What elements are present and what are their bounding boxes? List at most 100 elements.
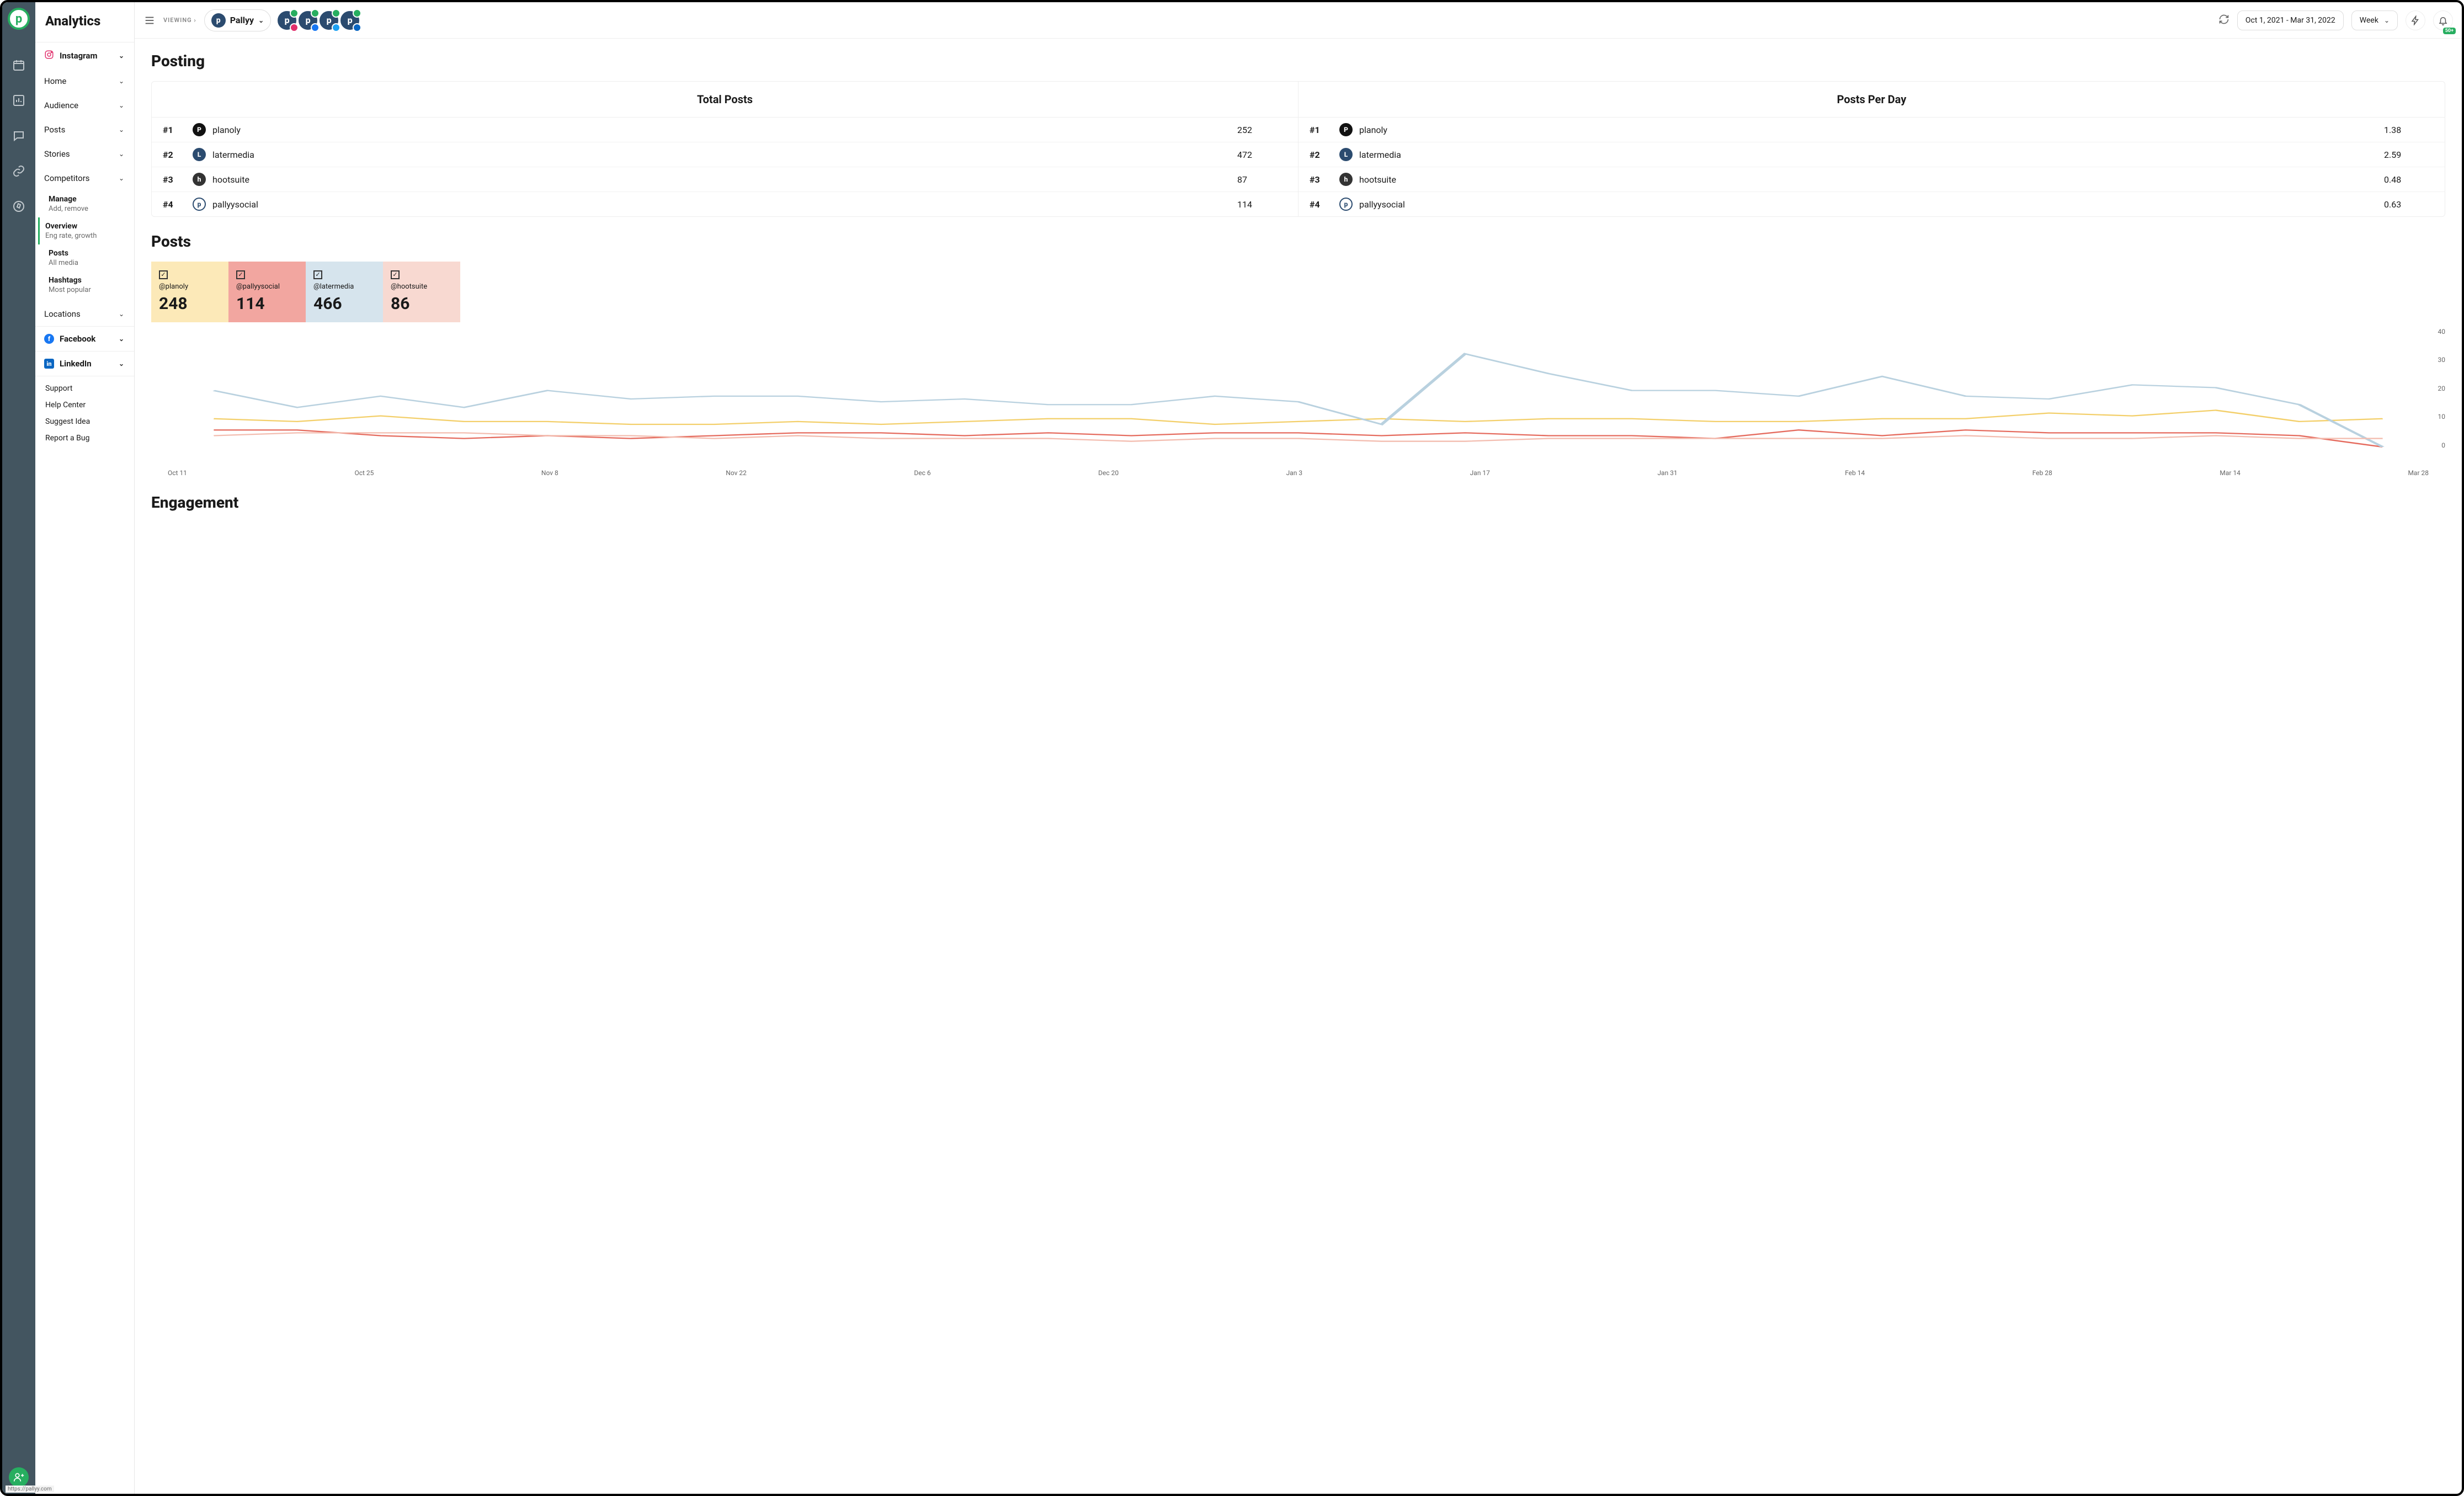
footer-link-help-center[interactable]: Help Center: [45, 401, 124, 409]
viewing-label: VIEWING ›: [163, 17, 196, 24]
competitor-avatar: P: [1339, 123, 1353, 136]
chevron-down-icon: ⌄: [119, 150, 124, 158]
x-tick: Dec 20: [1098, 469, 1119, 477]
chart-line-planoly: [214, 410, 2382, 424]
rank: #4: [1310, 199, 1339, 210]
app-logo[interactable]: p: [8, 8, 30, 30]
x-tick: Jan 31: [1657, 469, 1677, 477]
linkedin-icon: in: [44, 359, 54, 369]
user-avatar[interactable]: [9, 1467, 29, 1487]
x-tick: Feb 28: [2032, 469, 2052, 477]
x-tick: Mar 28: [2408, 469, 2429, 477]
posts-per-day-table: Posts Per Day #1Pplanoly1.38#2Llatermedi…: [1298, 82, 2445, 216]
nav-rail: p: [2, 2, 35, 1494]
account-selector[interactable]: p Pallyy ⌄: [204, 9, 271, 31]
menu-toggle-icon[interactable]: [143, 14, 156, 26]
engagement-heading: Engagement: [151, 493, 2445, 512]
messages-icon[interactable]: [12, 129, 25, 142]
platform-facebook[interactable]: fFacebook ⌄: [35, 327, 134, 351]
granularity-selector[interactable]: Week⌄: [2351, 10, 2398, 30]
social-account-twitter[interactable]: p: [318, 10, 339, 31]
y-tick: 40: [2438, 328, 2446, 336]
sidebar-subitem-manage[interactable]: ManageAdd, remove: [45, 190, 134, 217]
chevron-down-icon: ⌄: [119, 360, 124, 368]
metric-value: 2.59: [2384, 150, 2434, 160]
checkbox-icon: ✓: [391, 270, 400, 279]
social-account-instagram[interactable]: p: [276, 10, 297, 31]
competitor-name: latermedia: [1359, 150, 1401, 160]
footer-link-support[interactable]: Support: [45, 384, 124, 393]
explore-icon[interactable]: [12, 200, 25, 213]
posts-heading: Posts: [151, 232, 2445, 251]
series-total: 114: [236, 294, 298, 313]
metric-value: 0.48: [2384, 174, 2434, 185]
platform-linkedin[interactable]: inLinkedIn ⌄: [35, 352, 134, 376]
chevron-down-icon: ⌄: [119, 77, 124, 85]
metric-value: 87: [1237, 174, 1287, 185]
footer-link-report-a-bug[interactable]: Report a Bug: [45, 434, 124, 443]
sidebar-item-posts[interactable]: Posts⌄: [35, 118, 134, 142]
competitor-avatar: p: [193, 198, 206, 211]
metric-value: 472: [1237, 150, 1287, 160]
rank: #3: [163, 174, 193, 185]
rank: #1: [1310, 125, 1339, 135]
y-tick: 30: [2438, 356, 2446, 364]
x-tick: Jan 3: [1286, 469, 1303, 477]
series-toggle-card[interactable]: ✓@hootsuite86: [383, 262, 460, 322]
date-range-picker[interactable]: Oct 1, 2021 - Mar 31, 2022: [2237, 10, 2344, 30]
chevron-down-icon: ⌄: [119, 310, 124, 318]
table-row: #1Pplanoly1.38: [1298, 118, 2445, 142]
competitor-name: hootsuite: [1359, 174, 1396, 185]
social-account-linkedin[interactable]: p: [339, 10, 360, 31]
facebook-icon: [311, 23, 320, 32]
x-tick: Mar 14: [2220, 469, 2241, 477]
competitor-avatar: p: [1339, 198, 1353, 211]
total-posts-table: Total Posts #1Pplanoly252#2Llatermedia47…: [152, 82, 1298, 216]
metric-value: 1.38: [2384, 125, 2434, 135]
y-tick: 20: [2438, 385, 2446, 392]
link-icon[interactable]: [12, 164, 25, 178]
sidebar-subitem-overview[interactable]: OverviewEng rate, growth: [38, 217, 134, 244]
competitor-avatar: h: [193, 173, 206, 186]
quick-actions-icon[interactable]: [2406, 10, 2425, 30]
sidebar-item-locations[interactable]: Locations⌄: [35, 302, 134, 326]
sidebar-item-home[interactable]: Home⌄: [35, 69, 134, 93]
footer-link-suggest-idea[interactable]: Suggest Idea: [45, 417, 124, 426]
sidebar-item-competitors[interactable]: Competitors⌄: [35, 166, 134, 190]
social-account-facebook[interactable]: p: [297, 10, 318, 31]
x-tick: Nov 22: [726, 469, 747, 477]
rank: #4: [163, 199, 193, 210]
chevron-down-icon: ⌄: [119, 102, 124, 109]
y-tick: 0: [2438, 441, 2446, 449]
series-toggle-card[interactable]: ✓@pallyysocial114: [228, 262, 306, 322]
series-toggle-card[interactable]: ✓@planoly248: [151, 262, 228, 322]
competitor-avatar: P: [193, 123, 206, 136]
competitor-name: hootsuite: [212, 174, 249, 185]
platform-instagram[interactable]: Instagram ⌄: [35, 42, 134, 69]
metric-value: 114: [1237, 199, 1287, 210]
table-row: #3h hootsuite 87: [152, 167, 1298, 192]
verified-badge-icon: [353, 9, 361, 18]
sidebar-title: Analytics: [35, 2, 134, 42]
rank: #1: [163, 125, 193, 135]
sidebar-item-stories[interactable]: Stories⌄: [35, 142, 134, 166]
chevron-down-icon: ⌄: [258, 17, 264, 24]
verified-badge-icon: [332, 9, 340, 18]
x-tick: Oct 11: [168, 469, 187, 477]
rank: #2: [163, 150, 193, 160]
sidebar: Analytics Instagram ⌄ Home⌄Audience⌄Post…: [35, 2, 135, 1494]
series-toggle-card[interactable]: ✓@latermedia466: [306, 262, 383, 322]
table-header: Posts Per Day: [1298, 82, 2445, 118]
analytics-icon[interactable]: [12, 94, 25, 107]
sidebar-subitem-posts[interactable]: PostsAll media: [45, 244, 134, 271]
topbar: VIEWING › p Pallyy ⌄ pppp Oct 1, 2021 - …: [135, 2, 2462, 39]
refresh-icon[interactable]: [2218, 14, 2229, 27]
linkedin-icon: [353, 23, 361, 32]
sidebar-subitem-hashtags[interactable]: HashtagsMost popular: [45, 271, 134, 299]
sidebar-item-audience[interactable]: Audience⌄: [35, 93, 134, 118]
calendar-icon[interactable]: [12, 58, 25, 72]
posts-chart: 403020100: [151, 328, 2445, 466]
notifications-icon[interactable]: 50+: [2433, 10, 2453, 30]
competitor-name: planoly: [212, 125, 241, 135]
table-row: #1Pplanoly252: [152, 118, 1298, 142]
